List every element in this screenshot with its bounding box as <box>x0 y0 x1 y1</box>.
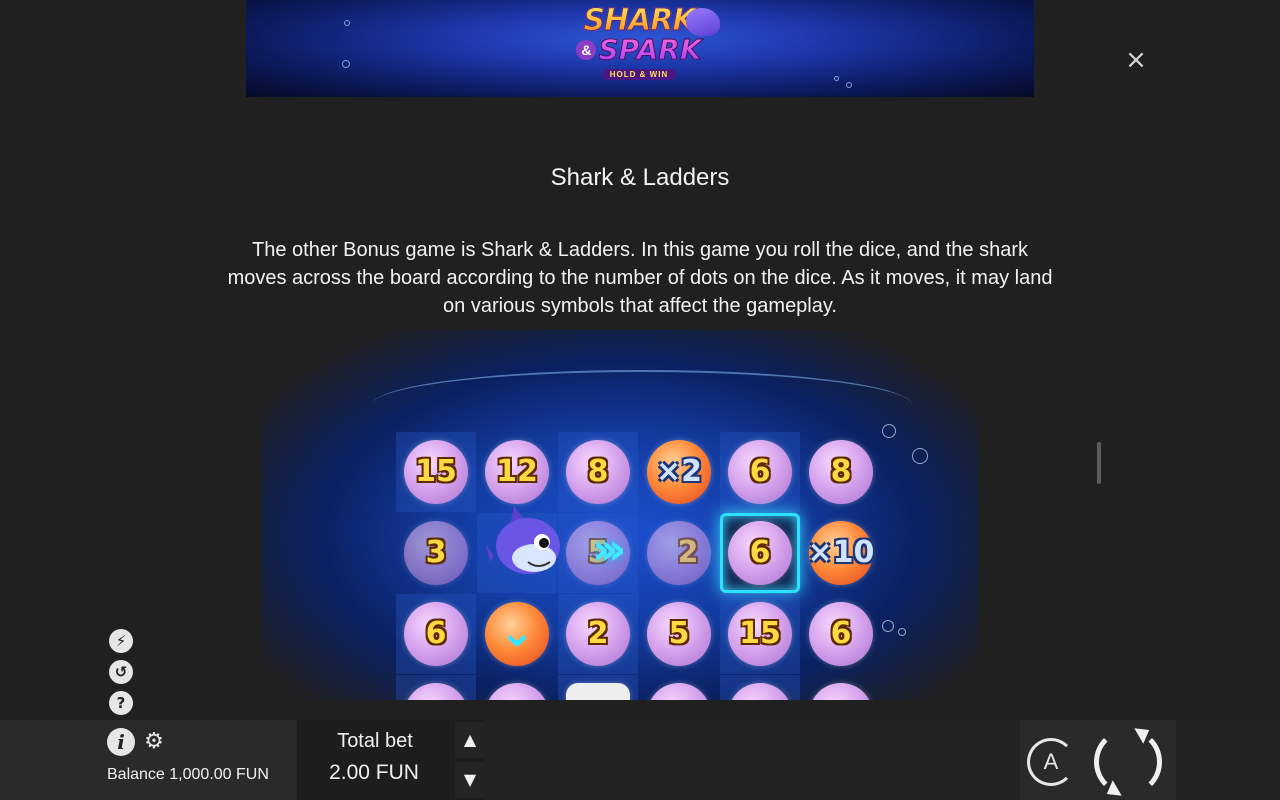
cell-value: 6 <box>749 454 771 489</box>
bubble-decoration <box>344 20 350 26</box>
section-description: The other Bonus game is Shark & Ladders.… <box>227 239 1053 317</box>
game-banner: SHARK & SPARK HOLD & WIN <box>246 0 1034 97</box>
board-cell <box>477 675 557 700</box>
board-cell: ×10 <box>801 513 881 593</box>
close-button[interactable]: × <box>1124 47 1148 73</box>
total-bet-label: Total bet <box>337 730 413 752</box>
balance-value: 1,000.00 FUN <box>169 766 269 783</box>
cell-orb <box>404 683 468 700</box>
bubble-decoration <box>898 628 906 636</box>
turbo-icon[interactable]: ⚡ <box>109 629 133 653</box>
bubble-decoration <box>342 60 350 68</box>
board-cell: 15 <box>720 594 800 674</box>
board-cell <box>558 675 638 700</box>
cell-value: 15 <box>415 454 457 489</box>
board-cell: ⌄ <box>477 594 557 674</box>
cell-orb <box>728 683 792 700</box>
info-icon[interactable]: i <box>107 728 135 756</box>
spin-button[interactable] <box>1094 722 1162 800</box>
board-cell: 6 <box>720 432 800 512</box>
move-arrows-icon: ››› <box>592 524 626 575</box>
help-icon[interactable]: ? <box>109 691 133 715</box>
balance-display: Balance 1,000.00 FUN <box>107 766 269 784</box>
cell-value: 5 <box>668 616 690 651</box>
game-logo: SHARK & SPARK HOLD & WIN <box>564 5 720 92</box>
logo-shark-icon <box>686 8 720 36</box>
bubble-decoration <box>846 82 852 88</box>
paytable-page: SHARK & SPARK HOLD & WIN × Shark & Ladder… <box>0 0 1280 800</box>
autoplay-button[interactable]: A <box>1027 738 1075 786</box>
board-cell: 3 <box>396 513 476 593</box>
bubble-decoration <box>882 620 894 632</box>
water-surface <box>372 370 912 440</box>
cell-multiplier: ×10 <box>807 535 875 570</box>
game-board: 15 12 8 ×2 6 8 3 5 2 6 ×10 6 ⌄ 2 5 15 6 <box>396 432 882 700</box>
cell-value: 6 <box>749 535 771 570</box>
bubble-decoration <box>912 448 928 464</box>
section-title: Shark & Ladders <box>550 164 730 191</box>
history-icon[interactable]: ↺ <box>109 660 133 684</box>
gear-icon[interactable]: ⚙ <box>143 731 165 753</box>
cell-orb <box>647 683 711 700</box>
board-cell: 6 <box>801 594 881 674</box>
bet-decrease-button[interactable]: ▼ <box>455 762 485 798</box>
board-cell-highlighted: 6 <box>720 513 800 593</box>
cell-value: 8 <box>587 454 609 489</box>
dice-icon <box>566 683 630 700</box>
total-bet-value: 2.00 FUN <box>329 761 419 784</box>
bet-increase-button[interactable]: ▲ <box>455 722 485 758</box>
balance-label: Balance <box>107 766 165 783</box>
board-cell: 8 <box>801 432 881 512</box>
board-cell <box>801 675 881 700</box>
board-cell <box>639 675 719 700</box>
cell-value: 2 <box>587 616 609 651</box>
shark-ladders-illustration: 15 12 8 ×2 6 8 3 5 2 6 ×10 6 ⌄ 2 5 15 6 <box>262 330 978 700</box>
cell-multiplier: ×2 <box>655 454 702 489</box>
scrollbar-thumb[interactable] <box>1097 442 1101 484</box>
board-cell: 5 <box>639 594 719 674</box>
bubble-decoration <box>834 76 839 81</box>
cell-value: 15 <box>739 616 781 651</box>
cell-value: 6 <box>425 616 447 651</box>
shark-character-icon <box>486 506 560 574</box>
board-cell: 8 <box>558 432 638 512</box>
logo-tagline: HOLD & WIN <box>601 69 677 80</box>
board-cell: 15 <box>396 432 476 512</box>
board-cell <box>720 675 800 700</box>
board-cell: ×2 <box>639 432 719 512</box>
cell-orb <box>809 683 873 700</box>
cell-value: 3 <box>425 535 447 570</box>
bottom-bar: i ⚙ Balance 1,000.00 FUN Total bet 2.00 … <box>0 720 1280 800</box>
board-cell <box>396 675 476 700</box>
board-cell: 2 <box>558 594 638 674</box>
board-cell: 6 <box>396 594 476 674</box>
cell-value: 8 <box>830 454 852 489</box>
logo-spark-text: SPARK <box>598 33 702 66</box>
logo-ampersand: & <box>576 40 597 60</box>
bubble-decoration <box>882 424 896 438</box>
cell-value: 6 <box>830 616 852 651</box>
cell-orb <box>485 683 549 700</box>
chevron-down-icon: ⌄ <box>499 607 535 656</box>
